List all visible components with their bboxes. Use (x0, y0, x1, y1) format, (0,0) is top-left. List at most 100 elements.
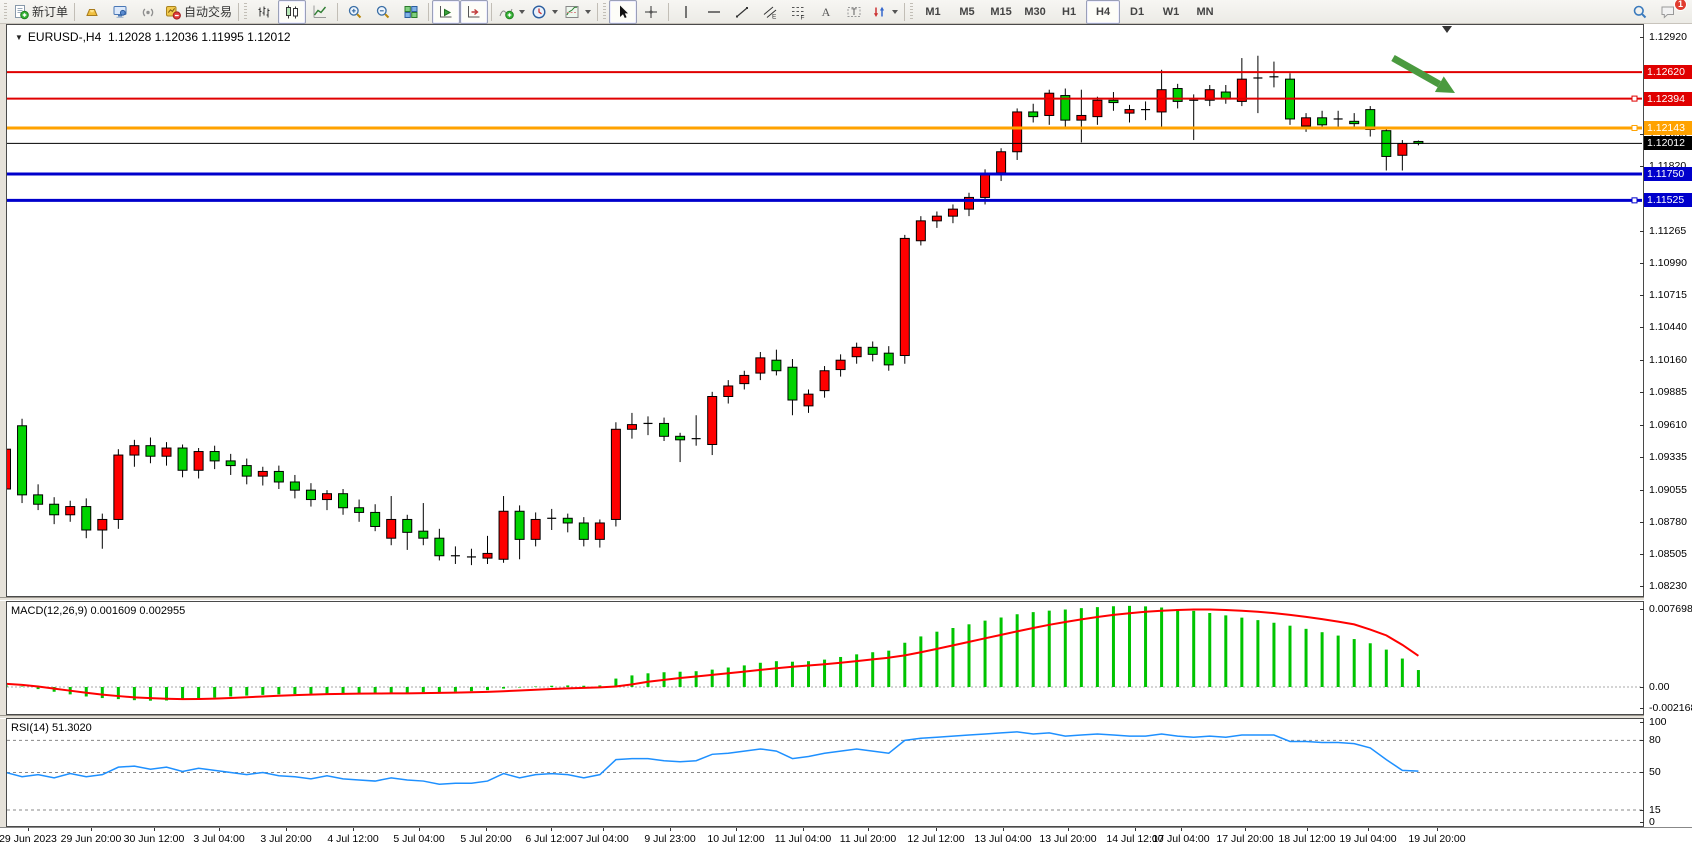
timeframe-m15-button[interactable]: M15 (984, 0, 1018, 24)
fibonacci-icon: F (790, 4, 806, 20)
time-tick (1368, 828, 1369, 831)
rsi-indicator-pane[interactable]: RSI(14) 51.3020 (6, 718, 1644, 827)
axis-tick (1640, 231, 1644, 232)
toolbar-drag-handle[interactable] (4, 3, 7, 21)
gold-chip-icon (84, 4, 100, 20)
candle (820, 366, 829, 398)
candle (563, 514, 572, 533)
auto-scroll-button[interactable] (432, 0, 460, 24)
horizontal-line-button[interactable] (700, 0, 728, 24)
notifications-button[interactable]: 1 (1654, 0, 1682, 24)
terminal-button[interactable] (106, 0, 134, 24)
candle (660, 418, 669, 441)
toolbar-drag-handle[interactable] (244, 3, 247, 21)
timeframe-h4-button[interactable]: H4 (1086, 0, 1120, 24)
price-tick-label: 1.11265 (1649, 225, 1686, 237)
candle (1173, 84, 1182, 109)
text-icon: A (818, 4, 834, 20)
candle (1189, 94, 1198, 140)
timeframe-w1-button[interactable]: W1 (1154, 0, 1188, 24)
chart-title-dropdown-icon[interactable]: ▼ (15, 33, 23, 42)
timeframe-m1-button[interactable]: M1 (916, 0, 950, 24)
macd-tick-label: -0.002168 (1649, 702, 1692, 714)
trendline-button[interactable] (728, 0, 756, 24)
vertical-line-icon (678, 4, 694, 20)
dropdown-caret-icon[interactable] (585, 10, 591, 14)
trend-arrow-annotation[interactable] (1393, 58, 1455, 93)
fibonacci-button[interactable]: F (784, 0, 812, 24)
cursor-button[interactable] (609, 0, 637, 24)
zoom-out-button[interactable] (369, 0, 397, 24)
toolbar-drag-handle[interactable] (910, 3, 913, 21)
rsi-line (7, 732, 1418, 784)
candle (403, 515, 412, 550)
time-tick (1245, 828, 1246, 831)
arrows-button[interactable] (868, 0, 901, 24)
text-label-button[interactable]: T (840, 0, 868, 24)
macd-chart[interactable] (7, 602, 1643, 714)
candle (772, 350, 781, 376)
svg-text:A: A (822, 5, 831, 19)
timeframe-mn-button[interactable]: MN (1188, 0, 1222, 24)
price-tick-label: 1.10715 (1649, 289, 1687, 301)
axis-tick (1640, 609, 1644, 610)
axis-tick (1640, 740, 1644, 741)
tile-windows-icon (403, 4, 419, 20)
price-line-handle[interactable] (1632, 198, 1637, 203)
templates-button[interactable] (561, 0, 594, 24)
bar-chart-button[interactable] (250, 0, 278, 24)
line-chart-button[interactable] (306, 0, 334, 24)
timeframe-d1-button[interactable]: D1 (1120, 0, 1154, 24)
rsi-tick-label: 100 (1649, 716, 1667, 728)
candlestick-chart-button[interactable] (278, 0, 306, 24)
candle (1061, 89, 1070, 128)
dropdown-caret-icon[interactable] (892, 10, 898, 14)
timeframe-m5-button[interactable]: M5 (950, 0, 984, 24)
candle (644, 416, 653, 435)
time-tick (936, 828, 937, 831)
search-button[interactable] (1626, 0, 1654, 24)
text-button[interactable]: A (812, 0, 840, 24)
macd-tick-label: 0.00 (1649, 681, 1669, 693)
timeframe-h1-button[interactable]: H1 (1052, 0, 1086, 24)
chart-shift-button[interactable] (460, 0, 488, 24)
axis-tick (1640, 37, 1644, 38)
axis-tick (1640, 687, 1644, 688)
vertical-line-button[interactable] (672, 0, 700, 24)
price-chart-pane[interactable]: ▼EURUSD-,H4 1.12028 1.12036 1.11995 1.12… (6, 24, 1644, 597)
candle (948, 204, 957, 223)
macd-indicator-pane[interactable]: MACD(12,26,9) 0.001609 0.002955 (6, 601, 1644, 715)
periods-button[interactable] (528, 0, 561, 24)
zoom-in-button[interactable] (341, 0, 369, 24)
rsi-tick-label: 15 (1649, 804, 1661, 816)
price-tick-label: 1.08505 (1649, 548, 1687, 560)
new-order-button[interactable]: 新订单 (10, 0, 71, 24)
toolbar-drag-handle[interactable] (603, 3, 606, 21)
candle (756, 352, 765, 380)
toolbar-separator (597, 3, 598, 21)
candle (34, 484, 43, 510)
price-line-handle[interactable] (1632, 125, 1637, 130)
indicators-button[interactable] (495, 0, 528, 24)
metaeditor-button[interactable] (78, 0, 106, 24)
tile-windows-button[interactable] (397, 0, 425, 24)
rsi-chart[interactable] (7, 719, 1643, 826)
signals-button[interactable] (134, 0, 162, 24)
autotrading-button[interactable]: 自动交易 (162, 0, 235, 24)
crosshair-icon (643, 4, 659, 20)
candlestick-chart[interactable] (7, 25, 1643, 596)
time-label: 19 Jul 04:00 (1339, 833, 1396, 845)
candle (1269, 62, 1278, 88)
svg-text:T: T (851, 6, 857, 16)
text-label-icon: T (846, 4, 862, 20)
equidistant-channel-button[interactable]: E (756, 0, 784, 24)
autotrading-icon (165, 4, 181, 20)
dropdown-caret-icon[interactable] (552, 10, 558, 14)
timeframe-m30-button[interactable]: M30 (1018, 0, 1052, 24)
chart-shift-marker[interactable] (1442, 26, 1452, 33)
crosshair-button[interactable] (637, 0, 665, 24)
dropdown-caret-icon[interactable] (519, 10, 525, 14)
time-tick (1437, 828, 1438, 831)
price-line-handle[interactable] (1632, 96, 1637, 101)
candle (1366, 106, 1375, 136)
